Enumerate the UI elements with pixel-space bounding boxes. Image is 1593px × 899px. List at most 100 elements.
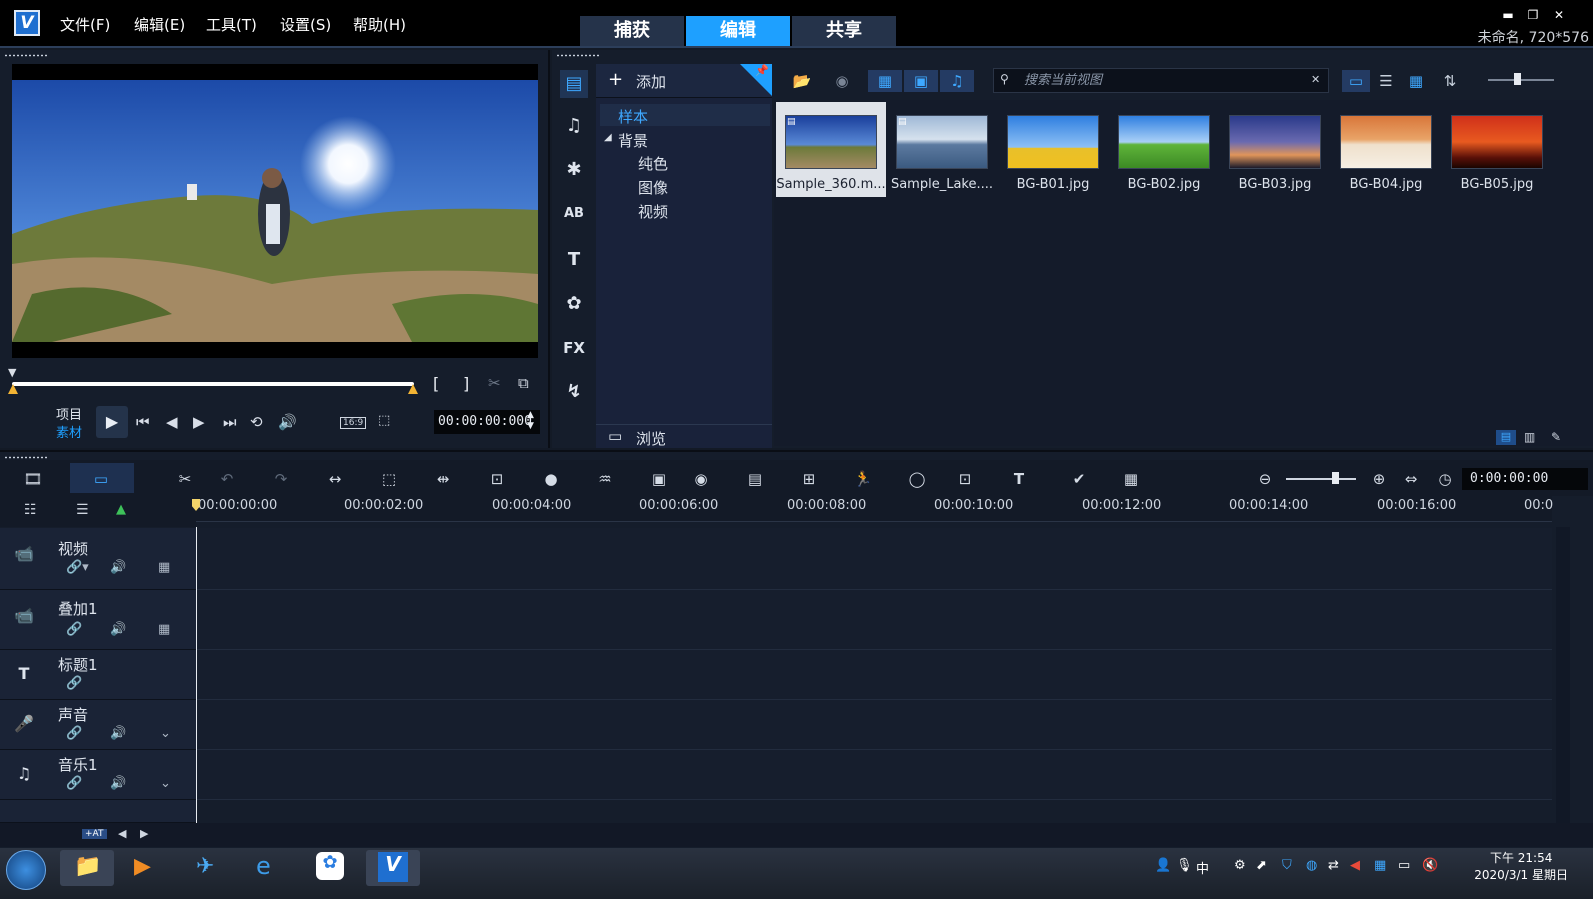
track-volume-icon[interactable]: 🔊	[110, 622, 126, 637]
taskbar-baidu[interactable]: ✿	[304, 850, 358, 886]
browse-button[interactable]: ▭ 浏览	[596, 424, 772, 448]
clip-mode-label[interactable]: 素材	[56, 422, 82, 441]
mic-icon[interactable]: 🎙	[1176, 858, 1193, 873]
zoom-slider[interactable]	[1286, 478, 1356, 480]
scroll-right-icon[interactable]: ▶	[140, 827, 148, 840]
display-icon[interactable]: ▭	[1398, 858, 1410, 873]
speaker-muted-icon[interactable]: 🔇	[1422, 858, 1438, 873]
timeline-horizontal-scrollbar[interactable]: +AT ◀ ▶	[0, 823, 1593, 847]
display-options-icon[interactable]: ⬚	[378, 413, 390, 428]
ripple-edit-icon[interactable]: ⇹	[430, 468, 456, 490]
panel-grip[interactable]	[556, 54, 601, 57]
show-photo-icon[interactable]: ▣	[904, 70, 938, 92]
system-clock[interactable]: 下午 21:54 2020/3/1 星期日	[1474, 850, 1568, 884]
redo-icon[interactable]: ↷	[268, 468, 294, 490]
timeline-vertical-scrollbar[interactable]	[1556, 527, 1570, 823]
tab-share[interactable]: 共享	[792, 16, 896, 46]
play-button[interactable]: ▶	[96, 406, 128, 438]
taskbar-bird-app[interactable]: ✈	[182, 850, 236, 886]
media-icon[interactable]: ▤	[560, 70, 588, 98]
tab-edit[interactable]: 编辑	[686, 16, 790, 46]
thumbnail-view-icon[interactable]: ▭	[1342, 70, 1370, 92]
multicam-icon[interactable]: ▣	[646, 468, 672, 490]
taskbar-media-player[interactable]: ▶	[120, 850, 174, 886]
pin-icon[interactable]: 📌	[740, 64, 772, 96]
path-icon[interactable]: ↯	[560, 378, 588, 406]
user-icon[interactable]: 👤	[1155, 858, 1171, 873]
video-preview[interactable]	[12, 64, 538, 358]
restore-icon[interactable]: ❐	[1525, 8, 1541, 22]
menu-file[interactable]: 文件(F)	[60, 14, 110, 35]
track-lane-title[interactable]	[196, 650, 1552, 700]
expand-icon[interactable]: ⌄	[160, 776, 171, 791]
clear-search-icon[interactable]: ✕	[1311, 73, 1320, 86]
calendar-icon[interactable]: ▦	[1374, 858, 1386, 873]
link-icon[interactable]: 🔗▾	[66, 560, 89, 575]
track-header-voice[interactable]: 🎤 声音 🔗 🔊 ⌄	[0, 700, 196, 750]
tree-item-video[interactable]: 视频	[638, 201, 668, 222]
media-thumbnail[interactable]: BG-B04.jpg	[1331, 102, 1441, 197]
minimize-icon[interactable]: ▬	[1500, 8, 1516, 22]
enlarge-icon[interactable]: ⧉	[518, 374, 529, 392]
globe-icon[interactable]: ◍	[1306, 858, 1317, 873]
subtitle-icon[interactable]: ▤	[742, 468, 768, 490]
add-folder-bar[interactable]: + 添加 📌	[596, 64, 772, 98]
transition-icon[interactable]: AB	[560, 200, 588, 228]
playhead-line[interactable]	[196, 527, 197, 823]
taskbar-explorer[interactable]: 📁	[60, 850, 114, 886]
tree-item-background[interactable]: 背景	[618, 130, 648, 151]
track-volume-icon[interactable]: 🔊	[110, 726, 126, 741]
video-effects-icon[interactable]: ▦	[1118, 468, 1144, 490]
thumbnail-size-slider[interactable]	[1488, 79, 1554, 81]
taskbar-browser[interactable]: e	[242, 850, 296, 886]
track-lane-music[interactable]	[196, 750, 1552, 800]
track-header-music[interactable]: ♫ 音乐1 🔗 🔊 ⌄	[0, 750, 196, 800]
zoom-out-icon[interactable]: ⊖	[1252, 468, 1278, 490]
track-header-video[interactable]: 📹 视频 🔗▾ 🔊 ▦	[0, 528, 196, 590]
menu-edit[interactable]: 编辑(E)	[134, 14, 185, 35]
scrub-handle-icon[interactable]: ▼	[8, 366, 20, 379]
panel-grip[interactable]	[4, 456, 49, 459]
add-label[interactable]: 添加	[636, 71, 666, 92]
slider-thumb[interactable]	[1514, 73, 1521, 85]
add-icon[interactable]: +	[608, 69, 623, 90]
pan-zoom-icon[interactable]: ⊡	[484, 468, 510, 490]
alert-icon[interactable]: ◀	[1350, 858, 1360, 873]
motion-tracking-icon[interactable]: 🏃	[850, 468, 876, 490]
edit-tools-icon[interactable]: ✂	[172, 468, 198, 490]
settings-icon[interactable]: ⚙	[1234, 858, 1246, 873]
start-button[interactable]	[6, 850, 46, 890]
tree-expand-icon[interactable]: ◢	[604, 132, 612, 143]
media-thumbnail[interactable]: ▤ Sample_Lake....	[887, 102, 997, 197]
import-folder-icon[interactable]: 📂	[788, 70, 816, 92]
project-duration-icon[interactable]: ◷	[1432, 468, 1458, 490]
tree-item-solid-color[interactable]: 纯色	[638, 153, 668, 174]
record-icon[interactable]: ●	[538, 468, 564, 490]
track-grid-icon[interactable]: ▦	[158, 622, 170, 637]
crop-icon[interactable]: ⬚	[376, 468, 402, 490]
undo-icon[interactable]: ↶	[214, 468, 240, 490]
chapter-marker-icon[interactable]: ▲	[116, 502, 126, 517]
show-video-icon[interactable]: ▦	[868, 70, 902, 92]
mark-in-button[interactable]: [	[433, 374, 439, 393]
link-icon[interactable]: 🔗	[66, 676, 82, 691]
add-track-icon[interactable]: ☰	[76, 502, 89, 518]
split-screen-icon[interactable]: ⊞	[796, 468, 822, 490]
track-header-title[interactable]: T 标题1 🔗	[0, 650, 196, 700]
close-icon[interactable]: ✕	[1551, 8, 1567, 22]
fx-icon[interactable]: FX	[560, 334, 588, 362]
storyboard-view-icon[interactable]: 🎞	[20, 468, 46, 490]
taskbar-video-studio[interactable]: V	[366, 850, 420, 886]
track-volume-icon[interactable]: 🔊	[110, 560, 126, 575]
media-thumbnail[interactable]: BG-B05.jpg	[1442, 102, 1552, 197]
library-layout-icon[interactable]: ▥	[1524, 430, 1535, 444]
repeat-icon[interactable]: ⟲	[250, 413, 263, 431]
end-icon[interactable]: ⏭	[223, 413, 237, 431]
library-options-icon[interactable]: ▤	[1496, 430, 1516, 445]
shield-icon[interactable]: ⛉	[1282, 858, 1292, 873]
show-audio-icon[interactable]: ♫	[940, 70, 974, 92]
track-manager-icon[interactable]: ☷	[24, 502, 37, 518]
panel-grip[interactable]	[4, 54, 49, 57]
menu-tools[interactable]: 工具(T)	[206, 14, 257, 35]
track-header-overlay[interactable]: 📹 叠加1 🔗 🔊 ▦	[0, 590, 196, 650]
